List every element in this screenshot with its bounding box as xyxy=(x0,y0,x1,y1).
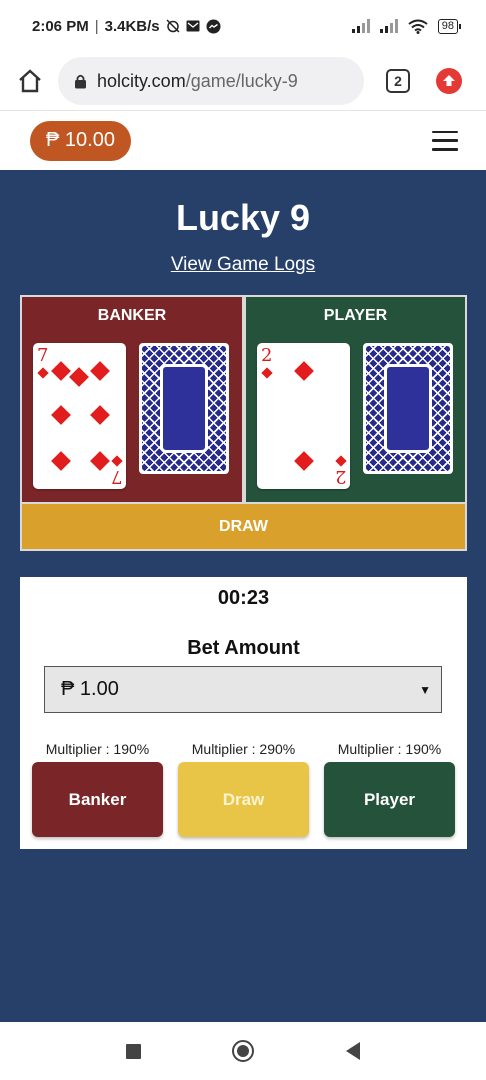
home-button[interactable] xyxy=(14,65,46,97)
bet-amount-value: ₱ 1.00 xyxy=(61,678,119,700)
url-path: /game/lucky-9 xyxy=(185,70,298,91)
diamond-icon xyxy=(294,361,314,381)
player-cards: 2 2 xyxy=(257,343,453,489)
recents-icon[interactable] xyxy=(125,1043,141,1059)
card-back-center xyxy=(160,364,208,453)
diamond-icon xyxy=(335,455,347,467)
hamburger-menu-icon[interactable] xyxy=(432,130,458,151)
draw-multiplier: Multiplier : 290% xyxy=(191,741,296,757)
alarm-off-icon xyxy=(166,19,180,33)
home-icon xyxy=(19,69,41,93)
card-rank: 7 xyxy=(110,466,122,487)
url-bar[interactable]: holcity.com/game/lucky-9 xyxy=(58,57,364,105)
home-nav-dot xyxy=(237,1045,250,1057)
card-rank: 2 xyxy=(334,466,346,487)
balance-badge[interactable]: ₱ 10.00 xyxy=(30,120,131,161)
diamond-icon xyxy=(90,405,110,425)
home-nav-icon[interactable] xyxy=(232,1040,255,1062)
bet-panel: 00:23 Bet Amount ₱ 1.00 ▼ Multiplier : 1… xyxy=(20,577,467,849)
diamond-icon xyxy=(111,455,123,467)
status-bar: 2:06 PM | 3.4KB/s 98 xyxy=(0,0,486,52)
bet-amount-select[interactable]: ₱ 1.00 ▼ xyxy=(44,666,442,713)
card-rank: 7 xyxy=(37,345,49,366)
diamond-icon xyxy=(51,451,71,471)
site-header: ₱ 10.00 xyxy=(0,110,486,170)
bet-player-button[interactable]: Player xyxy=(324,762,455,837)
url-text: holcity.com/game/lucky-9 xyxy=(97,71,298,92)
wifi-icon xyxy=(408,19,428,34)
status-right: 98 xyxy=(351,18,462,34)
diamond-icon xyxy=(51,405,71,425)
status-time: 2:06 PM xyxy=(32,17,89,35)
bet-draw-button[interactable]: Draw xyxy=(178,762,309,837)
banker-cards: 7 7 xyxy=(33,343,229,489)
tabs-button[interactable]: 2 xyxy=(386,69,410,93)
player-multiplier: Multiplier : 190% xyxy=(337,741,442,757)
browser-toolbar: holcity.com/game/lucky-9 2 xyxy=(0,52,486,110)
player-card-back xyxy=(363,343,453,474)
bet-amount-label: Bet Amount xyxy=(187,637,300,659)
menu-line xyxy=(432,130,458,133)
diamond-icon xyxy=(69,367,89,387)
back-icon[interactable] xyxy=(346,1042,361,1060)
banker-card-face: 7 7 xyxy=(33,343,126,489)
signal-icon-2 xyxy=(379,19,398,33)
system-nav-bar xyxy=(0,1022,486,1080)
url-domain: holcity.com xyxy=(97,70,186,91)
lock-icon xyxy=(75,74,86,89)
card-back-center xyxy=(384,364,432,453)
update-button[interactable] xyxy=(436,68,462,94)
mail-icon xyxy=(186,20,200,32)
status-speed: 3.4KB/s xyxy=(104,17,160,35)
arrow-up-icon xyxy=(443,75,455,86)
status-left: 2:06 PM | 3.4KB/s xyxy=(32,18,221,35)
page-title: Lucky 9 xyxy=(175,197,311,238)
messenger-icon xyxy=(206,19,221,34)
diamond-icon xyxy=(261,367,273,379)
caret-down-icon: ▼ xyxy=(419,682,431,697)
multipliers-row: Multiplier : 190% Multiplier : 290% Mult… xyxy=(32,741,455,757)
diamond-icon xyxy=(37,367,49,379)
countdown-timer: 00:23 xyxy=(217,587,270,609)
banker-label: BANKER xyxy=(97,307,167,324)
banker-panel: BANKER 7 7 xyxy=(22,297,242,502)
menu-line xyxy=(432,139,458,142)
bet-buttons: Banker Draw Player xyxy=(32,762,455,837)
banker-multiplier: Multiplier : 190% xyxy=(45,741,150,757)
card-rank: 2 xyxy=(261,345,273,366)
card-back-pattern xyxy=(366,346,450,471)
diamond-icon xyxy=(51,361,71,381)
player-card-face: 2 2 xyxy=(257,343,350,489)
result-draw-bar: DRAW xyxy=(22,504,465,549)
player-label: PLAYER xyxy=(323,307,388,324)
status-separator: | xyxy=(94,17,99,35)
menu-line xyxy=(432,148,458,151)
diamond-icon xyxy=(90,361,110,381)
player-panel: PLAYER 2 2 xyxy=(246,297,465,502)
view-game-logs-link[interactable]: View Game Logs xyxy=(0,254,486,276)
signal-icon xyxy=(351,19,370,33)
battery-icon: 98 xyxy=(437,18,462,34)
diamond-icon xyxy=(90,451,110,471)
banker-card-back xyxy=(139,343,229,474)
game-board: BANKER 7 7 PLAYER 2 2 DRAW xyxy=(20,295,467,551)
bet-banker-button[interactable]: Banker xyxy=(32,762,163,837)
diamond-icon xyxy=(294,451,314,471)
card-back-pattern xyxy=(142,346,226,471)
game-area: Lucky 9 View Game Logs BANKER 7 7 PLAYER… xyxy=(0,170,486,1022)
